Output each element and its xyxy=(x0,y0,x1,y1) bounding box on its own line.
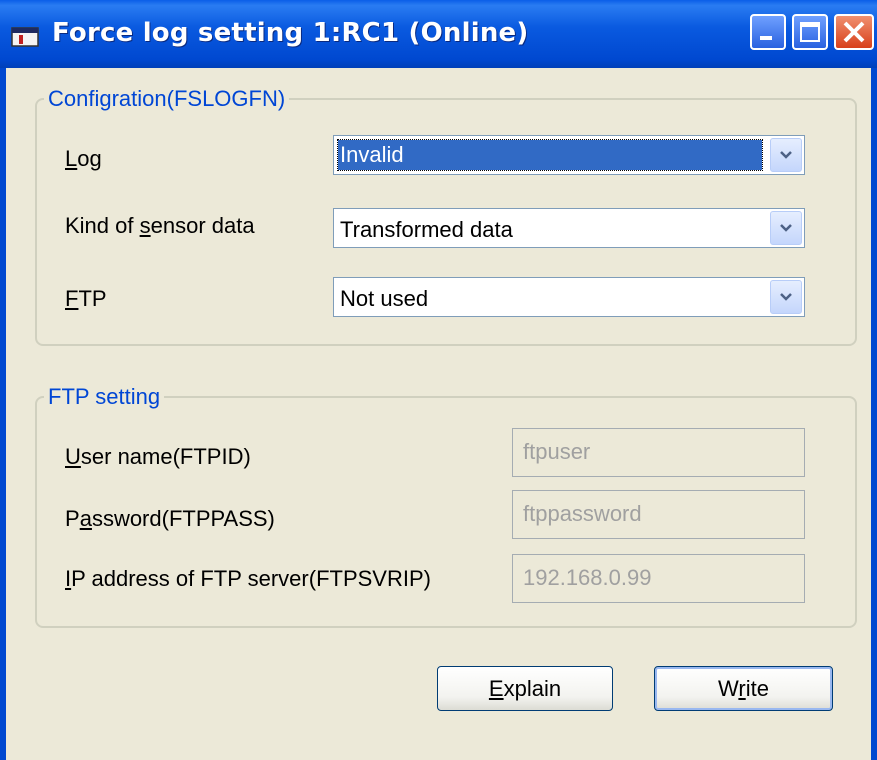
window-title: Force log setting 1:RC1 (Online) xyxy=(52,18,529,48)
explain-button-label: E xyxy=(488,676,504,701)
app-icon xyxy=(11,27,39,47)
kind-of-sensor-data-dropdown-button[interactable] xyxy=(770,211,802,245)
user-name-field[interactable]: ftpuser xyxy=(512,428,805,477)
log-select[interactable]: Invalid xyxy=(333,135,805,175)
title-bar[interactable]: Force log setting 1:RC1 (Online) xyxy=(0,0,877,68)
kind-of-sensor-data-value: Transformed data xyxy=(340,217,513,242)
ftp-label: FTP xyxy=(65,286,107,311)
maximize-icon xyxy=(800,22,820,42)
dialog-window: Force log setting 1:RC1 (Online) Configr… xyxy=(0,0,877,760)
close-icon xyxy=(843,21,865,43)
password-value: ftppassword xyxy=(523,501,642,526)
kind-of-sensor-data-label: Kind of sensor data xyxy=(65,213,255,238)
ftp-setting-group-legend: FTP setting xyxy=(44,384,165,410)
minimize-icon xyxy=(760,36,772,40)
password-field[interactable]: ftppassword xyxy=(512,490,805,539)
chevron-down-icon xyxy=(780,224,792,232)
user-name-label: User name(FTPID) xyxy=(65,444,251,469)
ftp-select-value: Not used xyxy=(340,286,429,311)
ftp-select[interactable]: Not used xyxy=(333,277,805,317)
maximize-button[interactable] xyxy=(792,14,828,50)
explain-button[interactable]: Explain xyxy=(437,666,613,711)
ip-address-value: 192.168.0.99 xyxy=(523,565,652,590)
password-label: Password(FTPPASS) xyxy=(65,506,275,531)
configuration-group-legend: Configration(FSLOGFN) xyxy=(44,86,290,112)
chevron-down-icon xyxy=(780,293,792,301)
user-name-value: ftpuser xyxy=(523,439,591,464)
log-label: Log xyxy=(65,146,102,171)
close-button[interactable] xyxy=(834,14,874,50)
log-select-dropdown-button[interactable] xyxy=(770,138,802,172)
kind-of-sensor-data-select[interactable]: Transformed data xyxy=(333,208,805,248)
write-button[interactable]: Write xyxy=(654,666,833,711)
log-select-value: Invalid xyxy=(337,139,763,171)
ftp-select-dropdown-button[interactable] xyxy=(770,280,802,314)
chevron-down-icon xyxy=(780,151,792,159)
ip-address-label: IP address of FTP server(FTPSVRIP) xyxy=(65,566,431,591)
ip-address-field[interactable]: 192.168.0.99 xyxy=(512,554,805,603)
minimize-button[interactable] xyxy=(750,14,786,50)
window-border-right xyxy=(871,68,877,760)
